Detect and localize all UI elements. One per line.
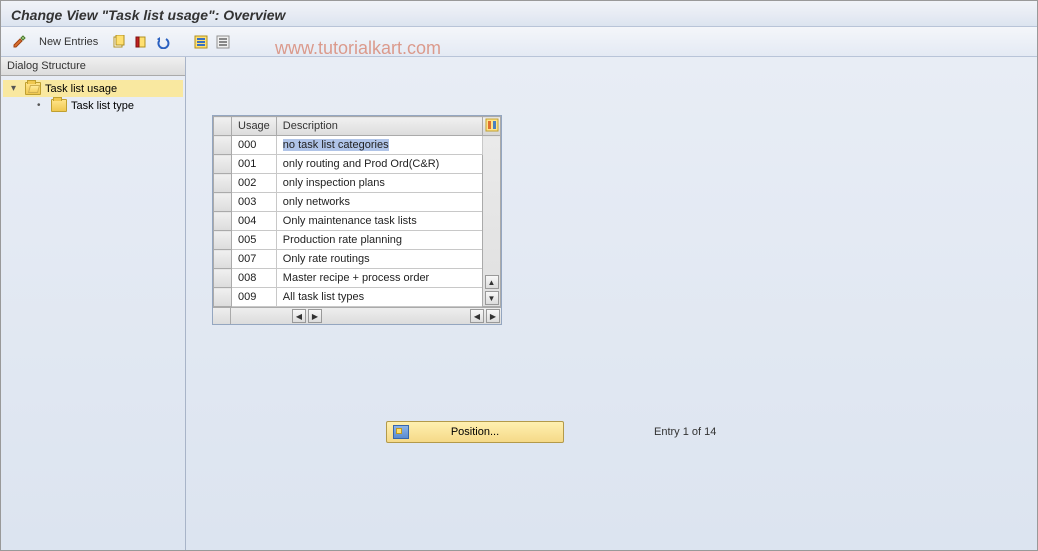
usage-table: Usage Description 000no task list catego… [212, 115, 502, 325]
title-bar: Change View "Task list usage": Overview [1, 1, 1037, 27]
description-cell[interactable]: only inspection plans [276, 174, 482, 193]
description-cell[interactable]: only networks [276, 193, 482, 212]
usage-cell[interactable]: 008 [232, 269, 277, 288]
collapse-icon[interactable]: ▾ [11, 83, 21, 94]
description-cell[interactable]: no task list categories [276, 136, 482, 155]
usage-cell[interactable]: 004 [232, 212, 277, 231]
toolbar: New Entries [1, 27, 1037, 57]
table-row[interactable]: 009All task list types [214, 288, 501, 307]
row-selector[interactable] [214, 231, 232, 250]
position-button-label: Position... [451, 426, 499, 438]
folder-icon [51, 99, 67, 112]
scroll-down-icon[interactable]: ▼ [485, 291, 499, 305]
table-settings-icon[interactable] [484, 117, 500, 133]
description-cell[interactable]: Master recipe + process order [276, 269, 482, 288]
dialog-structure-sidebar: Dialog Structure ▾ Task list usage • Tas… [1, 57, 186, 550]
table-config-column [483, 117, 501, 136]
copy-icon[interactable] [110, 33, 128, 51]
row-selector-header[interactable] [214, 117, 232, 136]
table-row[interactable]: 008Master recipe + process order [214, 269, 501, 288]
description-cell[interactable]: Production rate planning [276, 231, 482, 250]
table-row[interactable]: 000no task list categories▲▼ [214, 136, 501, 155]
description-cell[interactable]: only routing and Prod Ord(C&R) [276, 155, 482, 174]
table-row[interactable]: 003only networks [214, 193, 501, 212]
entry-status: Entry 1 of 14 [654, 426, 716, 438]
description-cell[interactable]: Only maintenance task lists [276, 212, 482, 231]
description-cell[interactable]: Only rate routings [276, 250, 482, 269]
scroll-left-icon-2[interactable]: ◀ [470, 309, 484, 323]
bullet-icon: • [37, 100, 47, 111]
vertical-scrollbar[interactable]: ▲▼ [483, 136, 501, 307]
page-title: Change View "Task list usage": Overview [11, 7, 285, 23]
row-selector[interactable] [214, 136, 232, 155]
usage-cell[interactable]: 009 [232, 288, 277, 307]
tree-node-task-list-usage[interactable]: ▾ Task list usage [3, 80, 183, 97]
scroll-right-icon-1[interactable]: ▶ [308, 309, 322, 323]
undo-icon[interactable] [154, 33, 172, 51]
usage-cell[interactable]: 005 [232, 231, 277, 250]
table-row[interactable]: 001only routing and Prod Ord(C&R) [214, 155, 501, 174]
tree-node-task-list-type[interactable]: • Task list type [3, 97, 183, 114]
row-selector[interactable] [214, 155, 232, 174]
row-selector[interactable] [214, 250, 232, 269]
row-selector[interactable] [214, 288, 232, 307]
row-selector[interactable] [214, 269, 232, 288]
deselect-all-icon[interactable] [214, 33, 232, 51]
main-area: Dialog Structure ▾ Task list usage • Tas… [1, 57, 1037, 550]
horizontal-scrollbar[interactable]: ◀ ▶ ◀ ▶ [213, 307, 501, 324]
usage-cell[interactable]: 002 [232, 174, 277, 193]
table-row[interactable]: 005Production rate planning [214, 231, 501, 250]
toggle-change-icon[interactable] [11, 33, 29, 51]
select-all-icon[interactable] [192, 33, 210, 51]
scroll-up-icon[interactable]: ▲ [485, 275, 499, 289]
tree-node-label: Task list usage [45, 83, 117, 95]
row-selector[interactable] [214, 212, 232, 231]
table-row[interactable]: 004Only maintenance task lists [214, 212, 501, 231]
delete-icon[interactable] [132, 33, 150, 51]
tree: ▾ Task list usage • Task list type [1, 76, 185, 118]
usage-cell[interactable]: 007 [232, 250, 277, 269]
folder-open-icon [25, 82, 41, 95]
position-area: Position... Entry 1 of 14 [386, 421, 716, 443]
scroll-left-icon-1[interactable]: ◀ [292, 309, 306, 323]
usage-cell[interactable]: 003 [232, 193, 277, 212]
position-button[interactable]: Position... [386, 421, 564, 443]
row-selector[interactable] [214, 174, 232, 193]
column-usage[interactable]: Usage [232, 117, 277, 136]
row-selector[interactable] [214, 193, 232, 212]
table-row[interactable]: 002only inspection plans [214, 174, 501, 193]
content-area: Usage Description 000no task list catego… [186, 57, 1037, 550]
usage-cell[interactable]: 001 [232, 155, 277, 174]
description-cell[interactable]: All task list types [276, 288, 482, 307]
usage-cell[interactable]: 000 [232, 136, 277, 155]
sidebar-header: Dialog Structure [1, 57, 185, 76]
column-description[interactable]: Description [276, 117, 482, 136]
position-icon [393, 425, 409, 439]
new-entries-button[interactable]: New Entries [39, 36, 98, 48]
scroll-right-icon-2[interactable]: ▶ [486, 309, 500, 323]
tree-node-label: Task list type [71, 100, 134, 112]
table-row[interactable]: 007Only rate routings [214, 250, 501, 269]
